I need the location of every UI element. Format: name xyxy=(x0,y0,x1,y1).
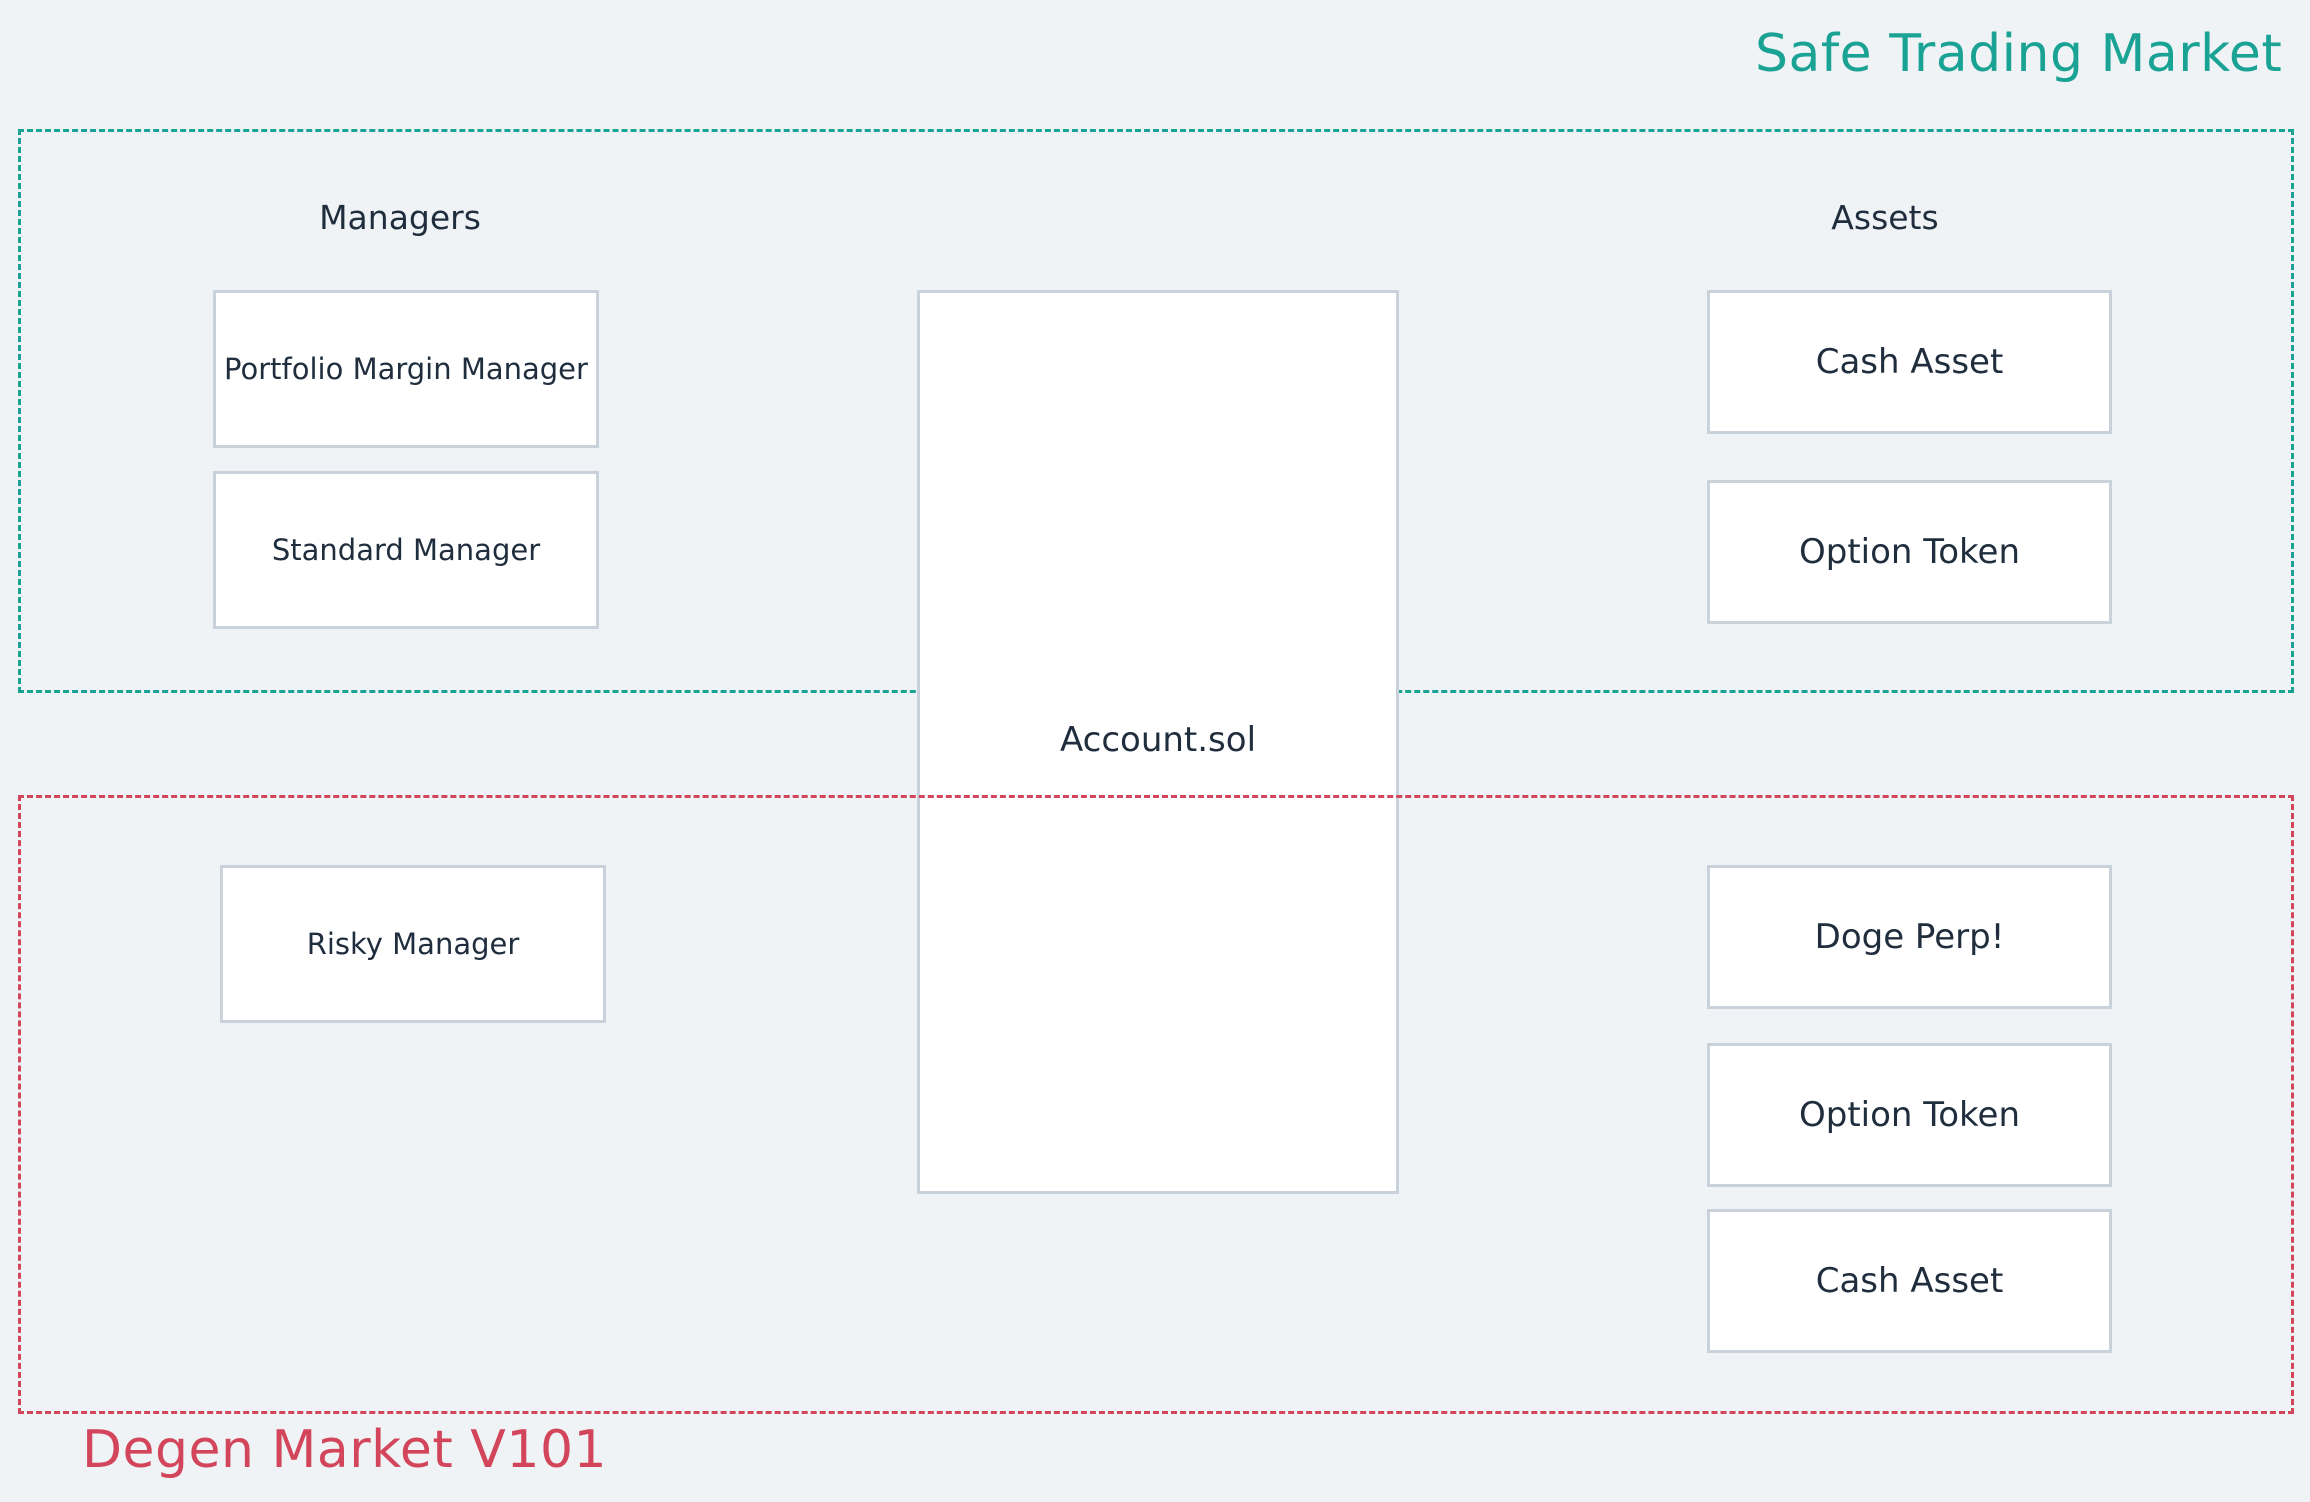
safe-option-token-box: Option Token xyxy=(1707,480,2112,624)
assets-heading: Assets xyxy=(1831,198,1939,237)
portfolio-margin-manager-label: Portfolio Margin Manager xyxy=(224,352,588,386)
portfolio-margin-manager-box: Portfolio Margin Manager xyxy=(213,290,599,448)
degen-cash-asset-box: Cash Asset xyxy=(1707,1209,2112,1353)
account-label: Account.sol xyxy=(1059,720,1257,760)
safe-option-token-label: Option Token xyxy=(1798,532,2021,572)
safe-cash-asset-label: Cash Asset xyxy=(1815,342,2004,382)
degen-market-title: Degen Market V101 xyxy=(82,1420,608,1480)
degen-option-token-label: Option Token xyxy=(1798,1095,2021,1135)
doge-perp-label: Doge Perp! xyxy=(1814,917,2005,957)
managers-heading: Managers xyxy=(319,198,481,237)
safe-cash-asset-box: Cash Asset xyxy=(1707,290,2112,434)
safe-market-title: Safe Trading Market xyxy=(1755,24,2283,84)
diagram-canvas: Safe Trading Market Managers Assets Port… xyxy=(0,0,2310,1502)
degen-cash-asset-label: Cash Asset xyxy=(1815,1261,2004,1301)
risky-manager-label: Risky Manager xyxy=(306,927,520,961)
standard-manager-label: Standard Manager xyxy=(271,533,541,567)
degen-option-token-box: Option Token xyxy=(1707,1043,2112,1187)
doge-perp-box: Doge Perp! xyxy=(1707,865,2112,1009)
risky-manager-box: Risky Manager xyxy=(220,865,606,1023)
standard-manager-box: Standard Manager xyxy=(213,471,599,629)
